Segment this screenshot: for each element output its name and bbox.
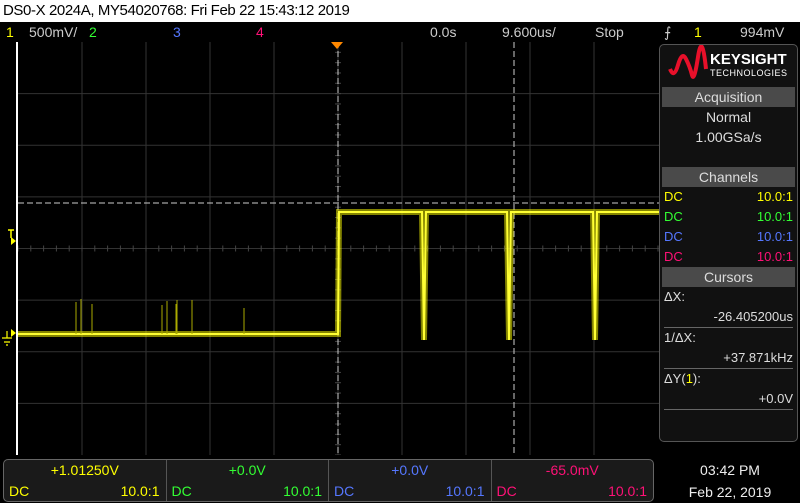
ch3-offset: +0.0V <box>391 462 429 478</box>
probe-ratio: 10.0:1 <box>756 209 793 224</box>
run-state[interactable]: Stop <box>595 22 624 42</box>
probe-ratio: 10.0:1 <box>756 249 793 264</box>
keysight-wave-icon <box>668 45 708 79</box>
ch1-scale[interactable]: 500mV/ <box>29 22 77 42</box>
ch1-status[interactable]: +1.01250V DC 10.0:1 <box>4 460 167 501</box>
timebase[interactable]: 9.600us/ <box>502 22 556 42</box>
ch2-status[interactable]: +0.0V DC 10.0:1 <box>167 460 329 501</box>
coupling: DC <box>334 483 355 499</box>
ground-icon <box>2 331 12 346</box>
probe-ratio: 10.0:1 <box>120 483 160 499</box>
inv-dx-value: +37.871kHz <box>723 350 793 365</box>
channel-row-4[interactable]: DC 10.0:1 <box>660 247 797 267</box>
dy-channel: 1 <box>685 371 693 386</box>
side-panel: KEYSIGHT TECHNOLOGIES Acquisition Normal… <box>659 44 798 442</box>
coupling: DC <box>664 229 683 244</box>
dy-label-text: ΔY( <box>664 371 686 386</box>
window-title: DS0-X 2024A, MY54020768: Fri Feb 22 15:4… <box>0 0 800 22</box>
probe-ratio: 10.0:1 <box>756 189 793 204</box>
dy-label-end: ): <box>692 371 701 386</box>
channel-row-1[interactable]: DC 10.0:1 <box>660 187 797 207</box>
coupling: DC <box>664 189 683 204</box>
dx-label: ΔX: <box>664 289 685 304</box>
coupling: DC <box>496 483 517 499</box>
trigger-level-marker <box>8 229 14 238</box>
waveform-display[interactable] <box>16 41 659 456</box>
trigger-arrow-icon <box>11 237 16 245</box>
channel-row-2[interactable]: DC 10.0:1 <box>660 207 797 227</box>
waveform-svg <box>17 41 659 456</box>
ch1-trace <box>18 211 659 341</box>
channels-header[interactable]: Channels <box>662 167 795 187</box>
ch4-status[interactable]: -65.0mV DC 10.0:1 <box>492 460 654 501</box>
acquisition-mode: Normal <box>705 109 752 125</box>
ch1-offset: +1.01250V <box>50 462 119 478</box>
coupling: DC <box>664 209 683 224</box>
channel-status-bar: +1.01250V DC 10.0:1 +0.0V DC 10.0:1 +0.0V DC 1… <box>3 459 654 502</box>
trigger-position-marker <box>331 42 343 49</box>
probe-ratio: 10.0:1 <box>756 229 793 244</box>
ch4-label[interactable]: 4 <box>256 22 264 42</box>
trigger-source[interactable]: 1 <box>694 22 702 42</box>
ch4-offset: -65.0mV <box>545 462 599 478</box>
ch1-label[interactable]: 1 <box>6 22 14 42</box>
delay[interactable]: 0.0s <box>430 22 456 42</box>
channel-markers <box>2 229 16 346</box>
clock: 03:42 PM Feb 22, 2019 <box>660 459 800 503</box>
brand-name: KEYSIGHT <box>710 51 787 68</box>
status-bar: 1 500mV/ 2 3 4 0.0s 9.600us/ Stop ⨍ 1 99… <box>0 22 800 42</box>
probe-ratio: 10.0:1 <box>283 483 322 499</box>
probe-ratio: 10.0:1 <box>445 483 485 499</box>
cursors-header[interactable]: Cursors <box>662 267 795 287</box>
coupling: DC <box>9 483 30 499</box>
probe-ratio: 10.0:1 <box>608 483 647 499</box>
clock-date: Feb 22, 2019 <box>688 484 772 500</box>
dx-value: -26.405200us <box>713 309 793 324</box>
keysight-logo: KEYSIGHT TECHNOLOGIES <box>660 45 797 87</box>
trigger-level[interactable]: 994mV <box>740 22 784 42</box>
inv-dx-label: 1/ΔX: <box>664 330 696 345</box>
ch1-ground-marker <box>11 329 16 337</box>
rising-edge-icon: ⨍ <box>664 24 672 40</box>
ch2-offset: +0.0V <box>228 462 266 478</box>
ch3-label[interactable]: 3 <box>173 22 181 42</box>
clock-time: 03:42 PM <box>700 462 760 478</box>
coupling: DC <box>664 249 683 264</box>
ch2-label[interactable]: 2 <box>89 22 97 42</box>
coupling: DC <box>171 483 192 499</box>
channel-row-3[interactable]: DC 10.0:1 <box>660 227 797 247</box>
sample-rate: 1.00GSa/s <box>695 129 762 145</box>
ch3-status[interactable]: +0.0V DC 10.0:1 <box>329 460 492 501</box>
dy-label: ΔY(1): <box>660 369 797 389</box>
acquisition-header[interactable]: Acquisition <box>662 87 795 107</box>
brand-subtitle: TECHNOLOGIES <box>710 68 788 78</box>
dy-value: +0.0V <box>758 391 793 406</box>
